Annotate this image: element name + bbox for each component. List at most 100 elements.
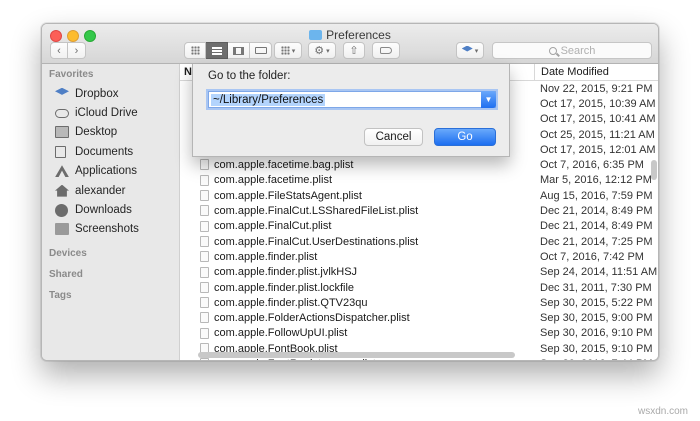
document-icon: [200, 235, 209, 247]
cover-flow-icon: [254, 47, 267, 54]
document-icon: [200, 297, 209, 309]
documents-icon: [55, 145, 66, 158]
go-button[interactable]: Go: [434, 128, 496, 146]
watermark: wsxdn.com: [637, 406, 688, 417]
sidebar-item-desktop[interactable]: Desktop: [42, 123, 179, 142]
file-date-modified: Sep 24, 2014, 11:51 AM: [540, 266, 658, 279]
chevron-down-icon: ▼: [484, 95, 493, 104]
view-mode-segmented: [184, 42, 272, 59]
list-icon: [211, 46, 222, 55]
file-row[interactable]: com.apple.finder.plist Oct 7, 2016, 7:42 …: [180, 249, 658, 264]
file-name: com.apple.FontRegistry.user.plist: [214, 358, 376, 360]
dropbox-toolbar-button[interactable]: ▾: [456, 42, 484, 59]
chevron-down-icon: ▾: [474, 47, 479, 55]
back-button[interactable]: ‹: [50, 42, 68, 59]
toolbar: Preferences ‹ › ▾ ⚙ ▾ ⇧ ▾ Search: [42, 24, 658, 64]
sidebar-item-screenshots[interactable]: Screenshots: [42, 220, 179, 239]
file-row[interactable]: com.apple.finder.plist.QTV23qu Sep 30, 20…: [180, 295, 658, 310]
chevron-down-icon: ▾: [291, 47, 296, 55]
column-header-date-modified[interactable]: Date Modified: [534, 64, 658, 81]
document-icon: [200, 220, 209, 232]
search-input[interactable]: Search: [492, 42, 652, 59]
sidebar-item-icloud-drive[interactable]: iCloud Drive: [42, 103, 179, 122]
icon-view-button[interactable]: [184, 42, 206, 59]
sidebar-heading-devices[interactable]: Devices: [42, 245, 179, 263]
file-row[interactable]: com.apple.FollowUpUI.plist Sep 30, 2016, …: [180, 326, 658, 341]
folder-icon: [309, 30, 323, 40]
folder-icon: [55, 223, 69, 236]
sidebar-item-downloads[interactable]: Downloads: [42, 200, 179, 219]
file-name: com.apple.FinalCut.UserDestinations.plis…: [214, 235, 419, 248]
sidebar-item-label: Downloads: [75, 204, 132, 217]
downloads-icon: [55, 203, 68, 217]
file-name: com.apple.facetime.bag.plist: [214, 159, 354, 172]
arrange-button[interactable]: ▾: [274, 42, 302, 59]
file-name: com.apple.finder.plist: [214, 250, 318, 263]
file-row[interactable]: com.apple.FinalCut.plist Dec 21, 2014, 8:…: [180, 219, 658, 234]
cloud-icon: [55, 108, 69, 118]
document-icon: [200, 174, 209, 186]
chevron-right-icon: ›: [74, 44, 79, 57]
sidebar-item-label: alexander: [75, 184, 126, 197]
search-icon: [548, 46, 557, 55]
document-icon: [200, 327, 209, 339]
sidebar-item-dropbox[interactable]: Dropbox: [42, 84, 179, 103]
path-history-dropdown[interactable]: ▼: [481, 91, 496, 108]
go-to-folder-sheet: Go to the folder: ~/Library/Preferences …: [192, 64, 510, 157]
file-date-modified: Mar 5, 2016, 12:12 PM: [540, 174, 652, 187]
file-date-modified: Oct 17, 2015, 10:39 AM: [540, 97, 656, 110]
file-row[interactable]: com.apple.FinalCut.LSSharedFileList.plis…: [180, 203, 658, 218]
action-button[interactable]: ⚙ ▾: [308, 42, 336, 59]
file-date-modified: Dec 21, 2014, 7:25 PM: [540, 235, 653, 248]
folder-path-value: ~/Library/Preferences: [211, 93, 326, 106]
file-name: com.apple.FinalCut.LSSharedFileList.plis…: [214, 205, 419, 218]
sidebar-item-label: iCloud Drive: [75, 107, 138, 120]
file-row[interactable]: com.apple.finder.plist.lockfile Dec 31, 2…: [180, 280, 658, 295]
share-icon: ⇧: [349, 45, 359, 57]
folder-path-input[interactable]: ~/Library/Preferences ▼: [208, 91, 496, 108]
window-title: Preferences: [42, 28, 658, 42]
home-icon: [55, 184, 69, 197]
sidebar-item-label: Screenshots: [75, 223, 139, 236]
gear-icon: ⚙: [314, 45, 325, 57]
column-view-button[interactable]: [228, 42, 250, 59]
horizontal-scrollbar[interactable]: [198, 352, 515, 358]
sidebar-item-home[interactable]: alexander: [42, 181, 179, 200]
file-date-modified: Sep 30, 2015, 9:10 PM: [540, 342, 653, 355]
share-button[interactable]: ⇧: [343, 42, 365, 59]
document-icon: [200, 190, 209, 202]
document-icon: [200, 266, 209, 278]
sidebar-heading-tags[interactable]: Tags: [42, 287, 179, 305]
applications-icon: [55, 165, 69, 178]
sidebar-item-label: Dropbox: [75, 87, 119, 100]
file-date-modified: Oct 7, 2016, 6:35 PM: [540, 159, 644, 172]
window-title-text: Preferences: [326, 28, 391, 42]
cover-flow-button[interactable]: [250, 42, 272, 59]
file-row[interactable]: com.apple.FileStatsAgent.plist Aug 15, 20…: [180, 188, 658, 203]
sidebar-item-documents[interactable]: Documents: [42, 142, 179, 161]
file-row[interactable]: com.apple.facetime.plist Mar 5, 2016, 12:…: [180, 173, 658, 188]
go-to-folder-prompt: Go to the folder:: [208, 70, 291, 82]
file-date-modified: Sep 30, 2016, 9:10 PM: [540, 327, 653, 340]
file-date-modified: Oct 7, 2016, 7:42 PM: [540, 250, 644, 263]
file-name: com.apple.FinalCut.plist: [214, 220, 332, 233]
file-row[interactable]: com.apple.facetime.bag.plist Oct 7, 2016,…: [180, 157, 658, 172]
dropbox-icon: [55, 87, 69, 95]
file-date-modified: Nov 22, 2015, 9:21 PM: [540, 82, 653, 95]
forward-button[interactable]: ›: [68, 42, 86, 59]
sidebar-heading-shared[interactable]: Shared: [42, 266, 179, 284]
sidebar: Favorites Dropbox iCloud Drive Desktop D…: [42, 64, 180, 360]
file-row[interactable]: com.apple.FinalCut.UserDestinations.plis…: [180, 234, 658, 249]
file-name: com.apple.FileStatsAgent.plist: [214, 189, 362, 202]
sidebar-item-applications[interactable]: Applications: [42, 162, 179, 181]
file-row[interactable]: com.apple.finder.plist.jvlkHSJ Sep 24, 20…: [180, 265, 658, 280]
list-view-button[interactable]: [206, 42, 228, 59]
file-date-modified: Oct 17, 2015, 10:41 AM: [540, 113, 656, 126]
tags-button[interactable]: [372, 42, 400, 59]
cancel-button[interactable]: Cancel: [364, 128, 423, 146]
file-row[interactable]: com.apple.FolderActionsDispatcher.plist S…: [180, 310, 658, 325]
file-date-modified: Oct 17, 2015, 12:01 AM: [540, 143, 656, 156]
file-date-modified: Oct 25, 2015, 11:21 AM: [540, 128, 655, 141]
vertical-scrollbar[interactable]: [651, 160, 657, 180]
search-placeholder: Search: [560, 44, 596, 57]
